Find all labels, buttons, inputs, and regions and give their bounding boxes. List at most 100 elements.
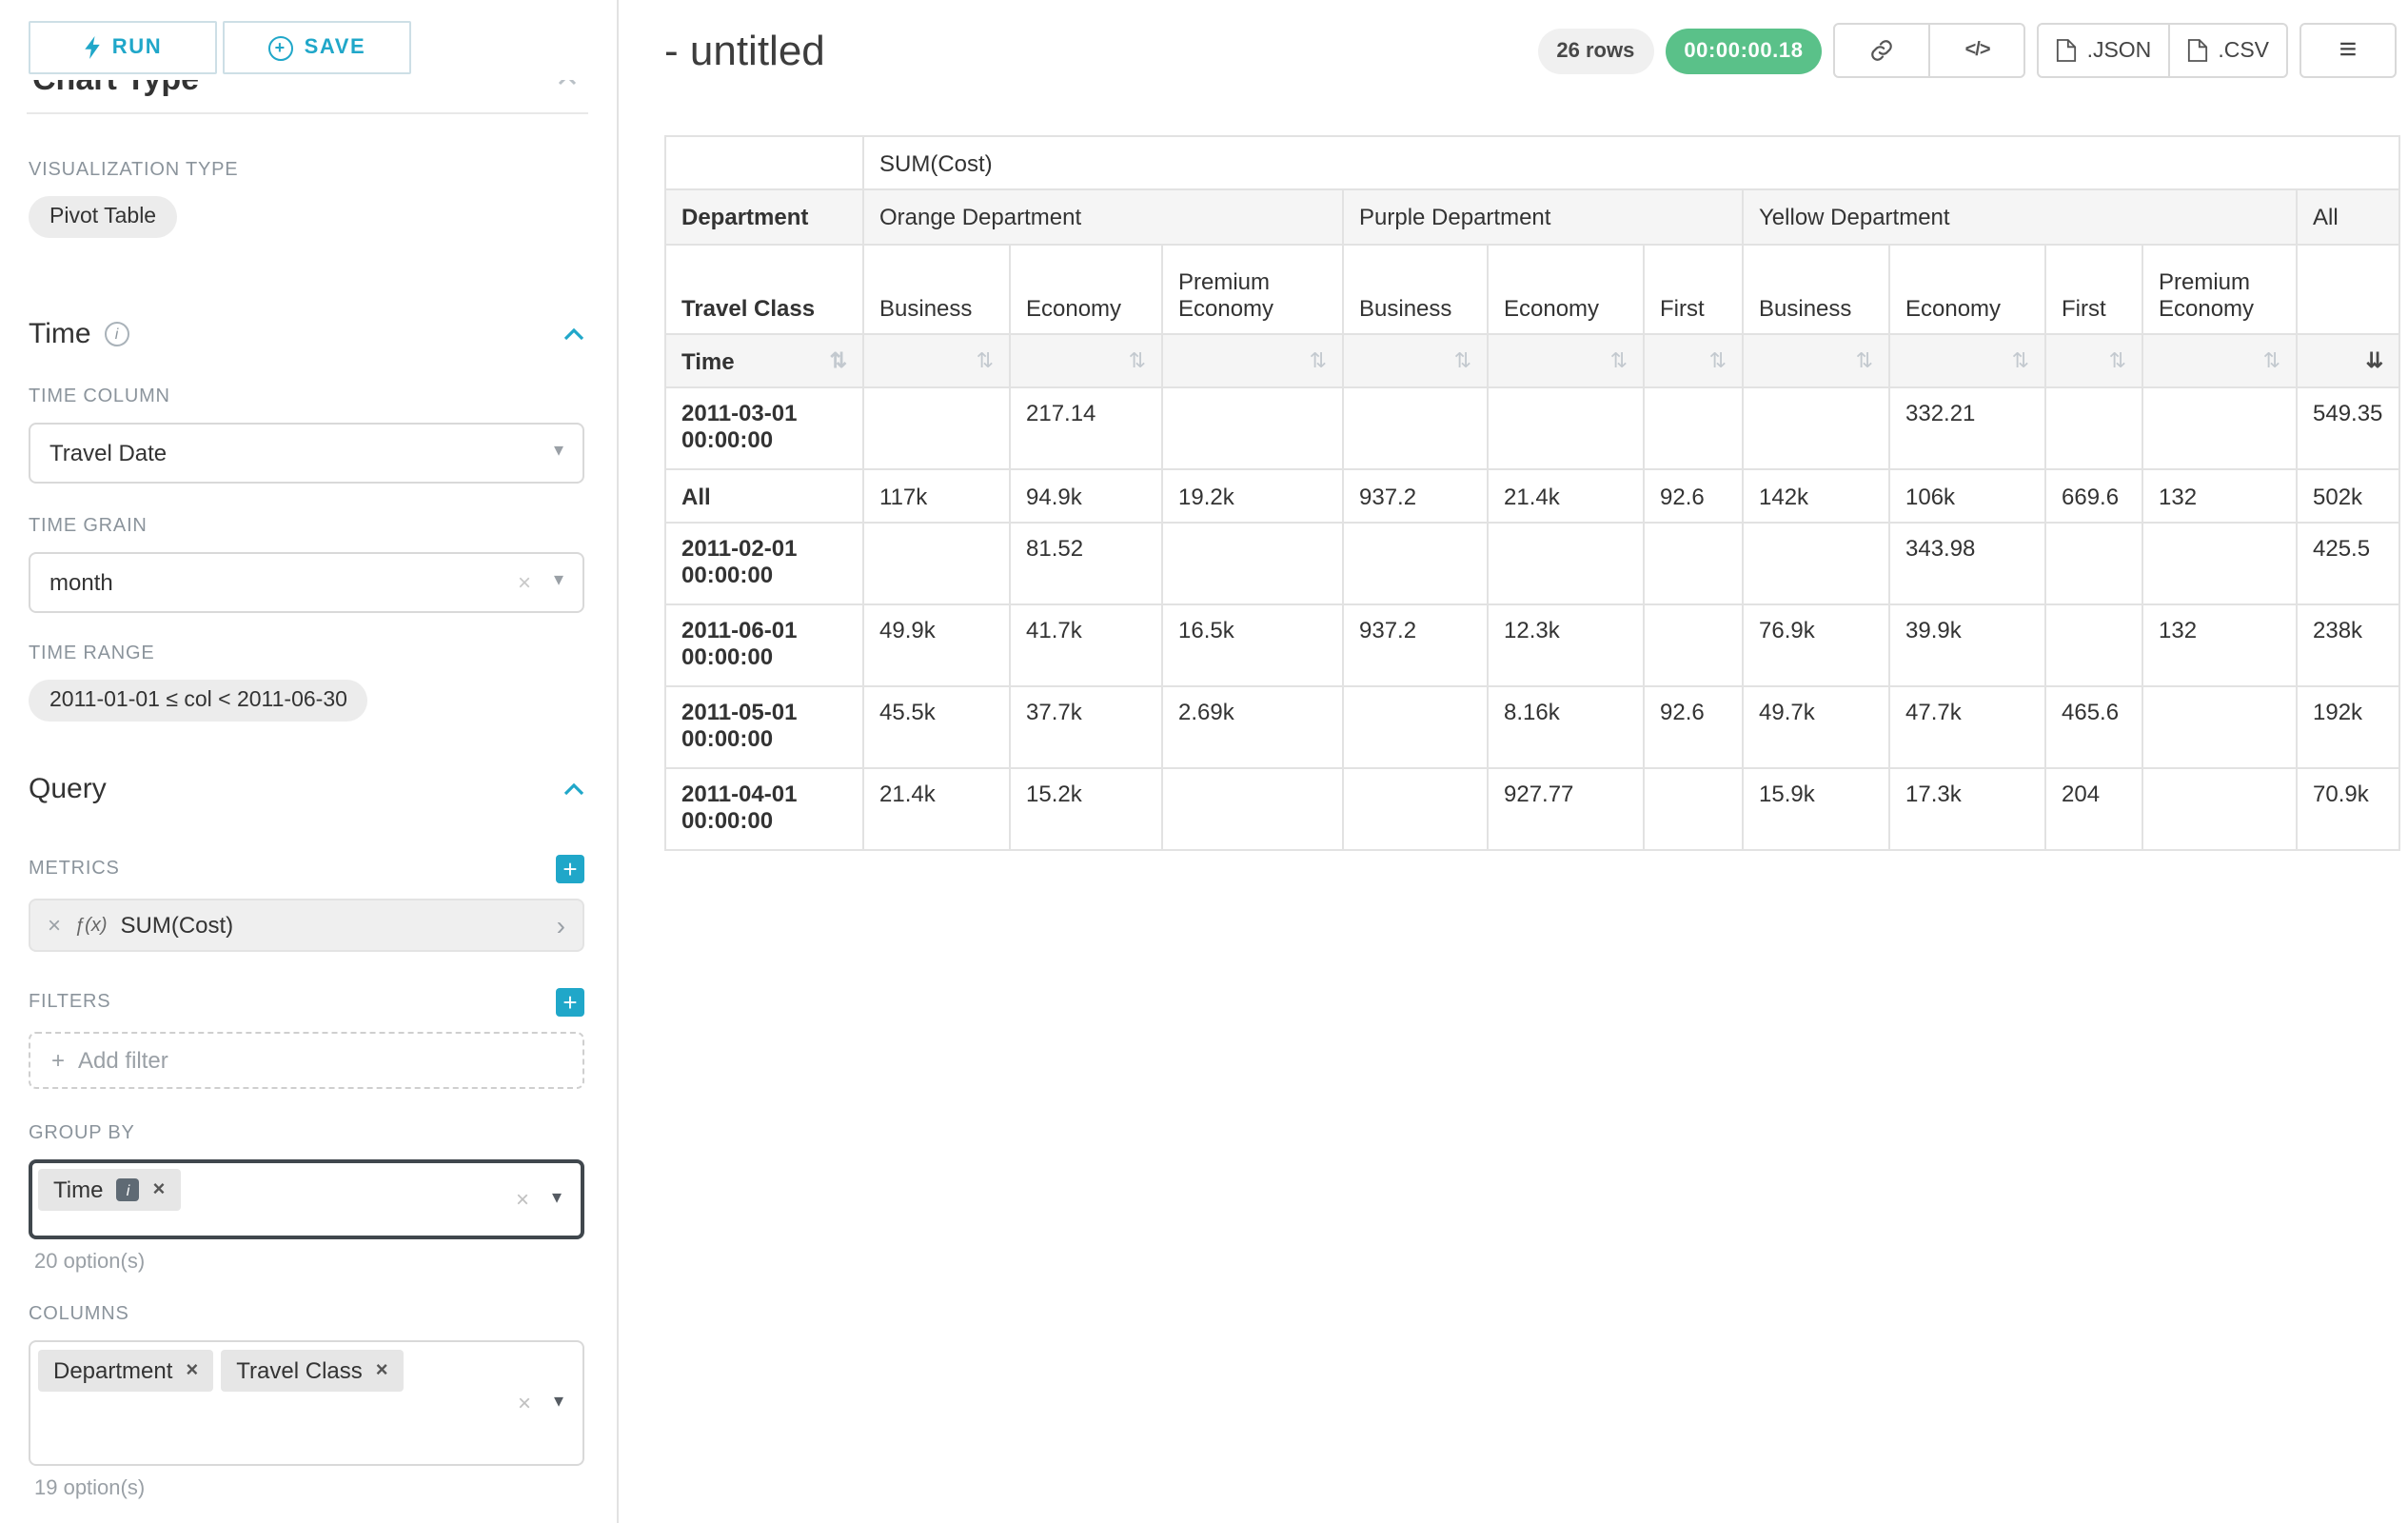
metric-name: SUM(Cost) [121,912,234,939]
pivot-cell: 94.9k [1010,469,1162,523]
sort-header-cell-active: ⇊ [2297,334,2399,387]
pivot-cell: 549.35 [2297,387,2399,469]
sort-icon[interactable]: ⇅ [1129,348,1146,373]
export-json-button[interactable]: .JSON [2038,23,2171,78]
caret-down-icon: ▾ [554,443,563,462]
sort-header-cell: ⇅ [1743,334,1889,387]
pivot-cell: 937.2 [1343,469,1488,523]
pivot-cell [1644,523,1743,604]
groupby-select[interactable]: Time i × × ▾ [29,1159,584,1239]
time-section-title: Time [29,318,91,350]
pivot-row-header: 2011-04-01 00:00:00 [665,768,863,850]
sort-icon[interactable]: ⇅ [977,348,994,373]
sort-desc-icon[interactable]: ⇊ [2366,348,2383,373]
pivot-cell: 332.21 [1889,387,2045,469]
column-header: Economy [1889,245,2045,334]
pivot-cell [1343,387,1488,469]
pill-remove-icon[interactable]: × [152,1178,165,1201]
code-icon: </> [1965,40,1990,61]
pivot-cell: 465.6 [2045,686,2142,768]
chart-header-row: - untitled 26 rows 00:00:00.18 </> [664,23,2397,78]
time-grain-value: month [49,569,113,596]
visualization-type-label: VISUALIZATION TYPE [29,160,584,181]
options-menu-button[interactable]: ≡ [2299,23,2397,78]
pill-remove-icon[interactable]: × [376,1359,388,1382]
pivot-cell: 106k [1889,469,2045,523]
pivot-row-header: 2011-02-01 00:00:00 [665,523,863,604]
page-title[interactable]: - untitled [664,26,825,75]
sort-header-cell: ⇅ [1010,334,1162,387]
time-column-select[interactable]: Travel Date ▾ [29,423,584,484]
pivot-cell: 21.4k [863,768,1010,850]
app-window: RUN + SAVE Chart Type VISUALIZATION TYPE… [0,0,2408,1523]
columns-select[interactable]: Department × Travel Class × × ▾ [29,1340,584,1466]
pivot-cell: 41.7k [1010,604,1162,686]
metric-item[interactable]: × ƒ(x) SUM(Cost) › [29,899,584,952]
table-row: 2011-06-01 00:00:00 49.9k 41.7k 16.5k 93… [665,604,2399,686]
select-clear-icon[interactable]: × [516,1186,529,1213]
pivot-cell [1162,523,1343,604]
sort-icon[interactable]: ⇅ [1454,348,1471,373]
sort-icon[interactable]: ⇅ [1709,348,1727,373]
corner-cell [665,136,863,189]
pivot-cell [863,523,1010,604]
embed-code-button[interactable]: </> [1929,23,2026,78]
pivot-cell: 37.7k [1010,686,1162,768]
department-header-row: Department Orange Department Purple Depa… [665,189,2399,245]
pill-remove-icon[interactable]: × [186,1359,198,1382]
visualization-type-value[interactable]: Pivot Table [29,196,177,238]
plus-icon: + [563,990,577,1015]
columns-pill-label: Department [53,1357,172,1384]
pivot-row-header: 2011-06-01 00:00:00 [665,604,863,686]
clear-icon[interactable]: × [518,571,531,594]
sort-icon[interactable]: ⇅ [830,347,847,372]
columns-label: COLUMNS [29,1304,584,1325]
groupby-pill-time[interactable]: Time i × [38,1169,180,1211]
pivot-cell [2142,523,2297,604]
time-grain-select[interactable]: month × ▾ [29,552,584,613]
rows-count-badge: 26 rows [1537,28,1653,73]
column-header: Premium Economy [2142,245,2297,334]
time-range-value[interactable]: 2011-01-01 ≤ col < 2011-06-30 [29,680,368,722]
pivot-cell: 117k [863,469,1010,523]
run-save-row: RUN + SAVE [29,21,411,74]
filters-header-row: FILTERS + [29,988,584,1017]
add-metric-button[interactable]: + [556,855,584,883]
column-header: Economy [1010,245,1162,334]
info-icon: i [105,322,129,346]
add-filter-button[interactable]: + Add filter [29,1032,584,1089]
sort-icon[interactable]: ⇅ [2263,348,2280,373]
sort-icon[interactable]: ⇅ [1310,348,1327,373]
run-button[interactable]: RUN [29,21,217,74]
collapse-time-section-button[interactable] [563,327,584,341]
columns-pill-travel-class[interactable]: Travel Class × [221,1350,403,1392]
sort-icon[interactable]: ⇅ [1856,348,1873,373]
sort-icon[interactable]: ⇅ [2012,348,2029,373]
pivot-cell [1644,604,1743,686]
remove-metric-icon[interactable]: × [48,912,61,939]
pivot-cell: 17.3k [1889,768,2045,850]
collapse-query-section-button[interactable] [563,782,584,796]
save-button[interactable]: + SAVE [223,21,411,74]
group-header-purple: Purple Department [1343,189,1743,245]
sort-icon[interactable]: ⇅ [1610,348,1628,373]
column-header: Economy [1488,245,1644,334]
chart-type-heading-clipped: Chart Type [29,80,584,105]
metrics-header-row: METRICS + [29,855,584,883]
pivot-cell [1743,523,1889,604]
pivot-cell [2142,686,2297,768]
select-clear-icon[interactable]: × [518,1390,531,1416]
query-section-title: Query [29,773,107,805]
group-header-all: All [2297,189,2399,245]
columns-pill-department[interactable]: Department × [38,1350,213,1392]
sort-header-cell: ⇅ [2045,334,2142,387]
export-csv-button[interactable]: .CSV [2168,23,2288,78]
sort-icon[interactable]: ⇅ [2109,348,2126,373]
add-filter-plus-button[interactable]: + [556,988,584,1017]
pivot-cell: 937.2 [1343,604,1488,686]
link-button[interactable] [1834,23,1931,78]
time-header: Time⇅ [665,334,863,387]
pivot-cell: 47.7k [1889,686,2045,768]
add-filter-label: Add filter [78,1047,168,1074]
pivot-cell: 192k [2297,686,2399,768]
